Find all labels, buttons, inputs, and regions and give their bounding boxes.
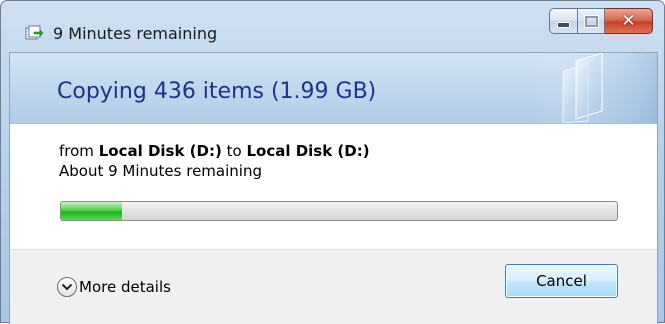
more-details-toggle[interactable]: More details bbox=[57, 277, 171, 297]
maximize-button[interactable] bbox=[578, 8, 605, 34]
chevron-down-icon[interactable] bbox=[57, 277, 77, 297]
to-prefix: to bbox=[226, 142, 242, 160]
cancel-button[interactable]: Cancel bbox=[505, 264, 618, 298]
maximize-icon bbox=[584, 15, 598, 27]
header-band: Copying 436 items (1.99 GB) bbox=[10, 53, 657, 124]
time-remaining-text: About 9 Minutes remaining bbox=[59, 162, 262, 180]
minimize-icon bbox=[557, 22, 570, 28]
minimize-button[interactable] bbox=[549, 8, 578, 34]
source-location-link[interactable]: Local Disk (D:) bbox=[99, 142, 222, 160]
window-title: 9 Minutes remaining bbox=[53, 24, 218, 43]
source-destination-line: from Local Disk (D:) to Local Disk (D:) bbox=[59, 141, 370, 161]
close-icon: ✕ bbox=[621, 10, 636, 31]
destination-location-link[interactable]: Local Disk (D:) bbox=[246, 142, 369, 160]
more-details-label[interactable]: More details bbox=[79, 278, 171, 296]
flying-pages-graphic-icon bbox=[530, 53, 657, 123]
dialog-content: Copying 436 items (1.99 GB) from Local D… bbox=[9, 52, 658, 324]
from-prefix: from bbox=[59, 142, 94, 160]
progress-fill bbox=[61, 202, 123, 220]
copy-progress-bar bbox=[60, 201, 618, 221]
copy-status-title: Copying 436 items (1.99 GB) bbox=[57, 79, 377, 104]
caption-buttons: ✕ bbox=[549, 8, 653, 34]
copy-files-icon bbox=[25, 25, 43, 40]
copy-dialog-window: 9 Minutes remaining ✕ Copying 436 items … bbox=[0, 0, 665, 324]
title-bar[interactable]: 9 Minutes remaining ✕ bbox=[1, 1, 664, 51]
close-button[interactable]: ✕ bbox=[605, 8, 653, 34]
copy-info: from Local Disk (D:) to Local Disk (D:) … bbox=[59, 141, 370, 181]
